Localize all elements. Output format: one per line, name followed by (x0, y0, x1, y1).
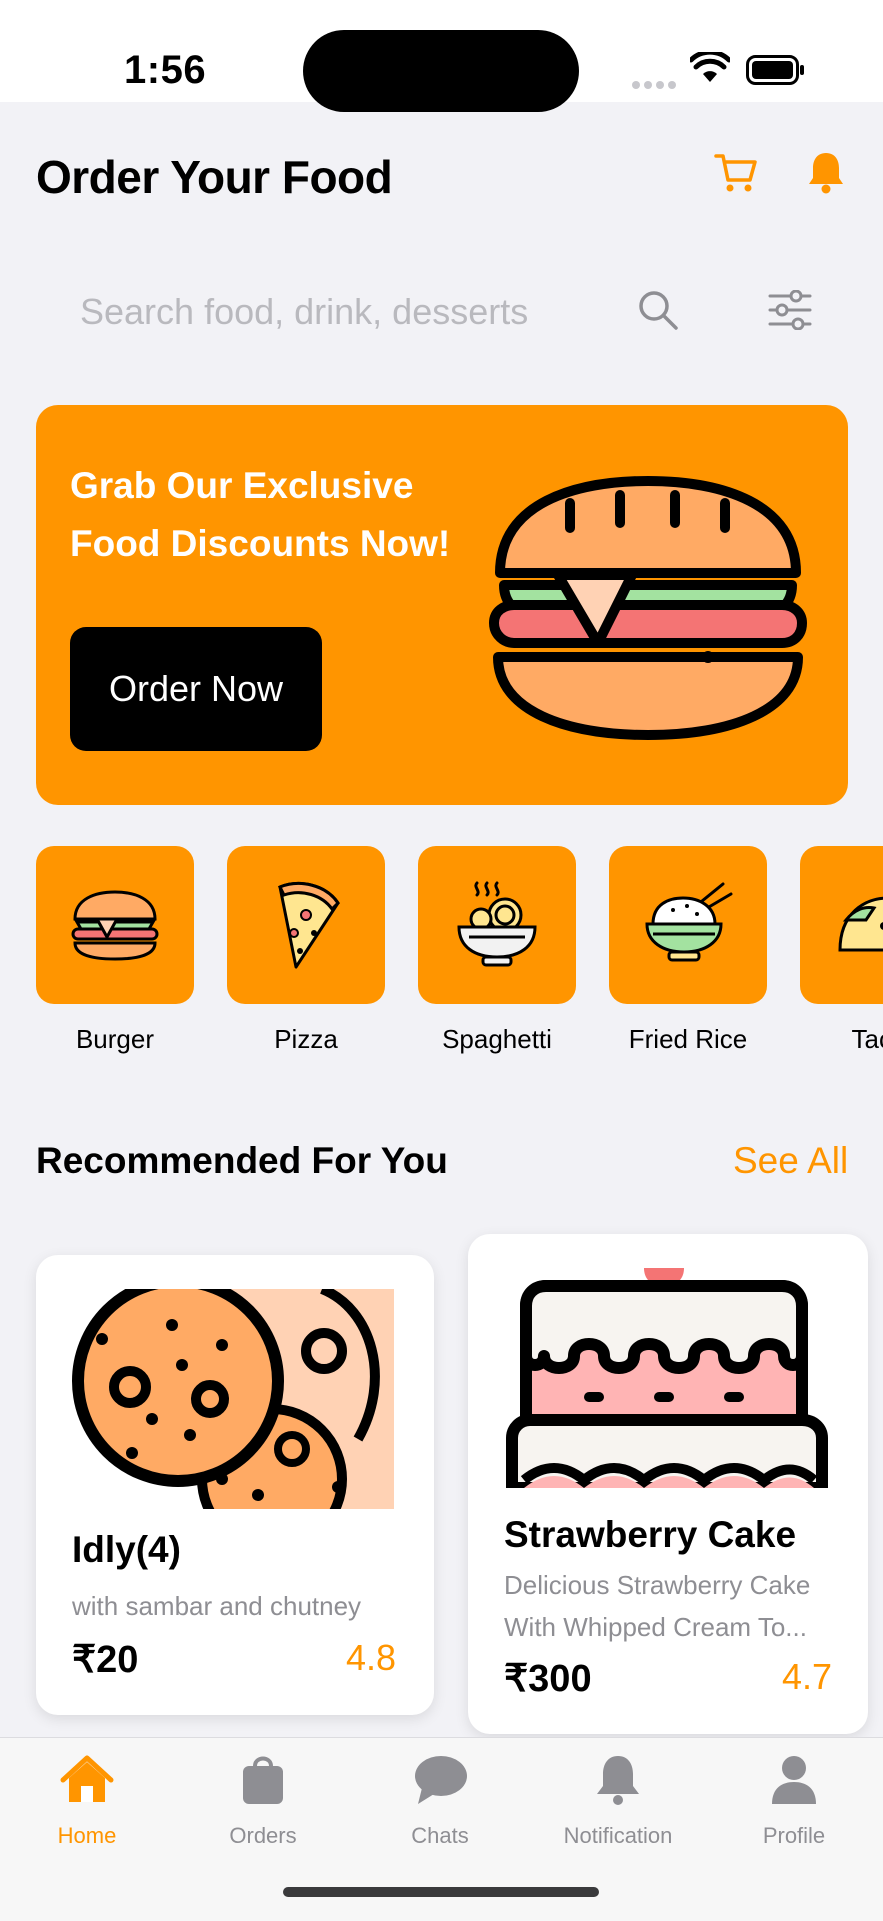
food-rating: 4.8 (346, 1637, 397, 1678)
category-tile[interactable] (418, 846, 576, 1004)
category-burger[interactable]: Burger (36, 846, 194, 1055)
taco-icon (838, 896, 883, 952)
food-name: Strawberry Cake (504, 1514, 797, 1555)
banner-title: Grab Our Exclusive Food Discounts Now! (70, 457, 470, 573)
order-now-button[interactable]: Order Now (70, 627, 322, 751)
cookies-illustration-icon (72, 1289, 394, 1509)
category-fried-rice[interactable]: Fried Rice (609, 846, 767, 1055)
food-name: Idly(4) (72, 1529, 181, 1570)
tab-notification[interactable]: Notification (543, 1752, 693, 1849)
food-description-line1: Delicious Strawberry Cake (504, 1570, 811, 1600)
food-description-line2: With Whipped Cream To... (504, 1612, 807, 1642)
tab-chats[interactable]: Chats (365, 1752, 515, 1849)
category-label: Burger (75, 1024, 155, 1054)
food-description: with sambar and chutney (72, 1591, 362, 1621)
category-label: Fried Rice (628, 1024, 748, 1054)
search-input[interactable] (80, 284, 600, 340)
category-label: Spaghetti (442, 1024, 552, 1054)
page-title: Order Your Food (36, 151, 393, 203)
category-pizza[interactable]: Pizza (227, 846, 385, 1055)
burger-illustration-icon (488, 476, 808, 740)
tab-label: Chats (411, 1823, 469, 1848)
tab-home[interactable]: Home (12, 1752, 162, 1849)
category-tile[interactable] (36, 846, 194, 1004)
bell-icon[interactable] (806, 150, 846, 194)
home-indicator[interactable] (283, 1887, 599, 1897)
search-bar (36, 270, 848, 354)
food-card-idly[interactable]: Idly(4) with sambar and chutney ₹20 4.8 (36, 1255, 434, 1715)
see-all-link[interactable]: See All (733, 1140, 848, 1182)
spaghetti-icon (457, 881, 537, 967)
filter-sliders-icon[interactable] (768, 290, 812, 330)
category-taco[interactable]: Taco (800, 846, 883, 1055)
tab-label: Orders (229, 1823, 297, 1848)
cart-icon[interactable] (714, 150, 758, 194)
category-label: Taco (851, 1024, 883, 1054)
fried-rice-icon (645, 882, 733, 962)
food-price: ₹20 (72, 1639, 139, 1681)
banner-title-line1: Grab Our Exclusive (70, 465, 414, 506)
cake-illustration-icon (506, 1268, 828, 1488)
category-tile[interactable] (609, 846, 767, 1004)
burger-icon (71, 890, 159, 961)
category-carousel: Burger Pizza Spaghetti Fried Rice Ta (36, 846, 883, 1056)
status-time: 1:56 (124, 48, 207, 92)
food-card-strawberry-cake[interactable]: Strawberry Cake Delicious Strawberry Cak… (468, 1234, 868, 1734)
pizza-icon (277, 882, 340, 969)
dynamic-island (303, 30, 579, 112)
tab-label: Home (57, 1823, 117, 1848)
chat-bubble-icon (415, 1756, 467, 1804)
search-icon[interactable] (636, 288, 680, 332)
tab-orders[interactable]: Orders (188, 1752, 338, 1849)
category-tile[interactable] (800, 846, 883, 1004)
promo-banner: Grab Our Exclusive Food Discounts Now! O… (36, 405, 848, 805)
status-bar: 1:56 (0, 0, 883, 112)
category-tile[interactable] (227, 846, 385, 1004)
food-price: ₹300 (504, 1658, 592, 1700)
person-icon (772, 1756, 816, 1804)
category-spaghetti[interactable]: Spaghetti (418, 846, 576, 1055)
battery-icon (746, 55, 804, 85)
wifi-icon (690, 52, 730, 82)
cellular-signal-icon (632, 76, 680, 94)
tab-profile[interactable]: Profile (719, 1752, 869, 1849)
home-icon (60, 1755, 114, 1802)
tab-label: Profile (762, 1823, 826, 1848)
tab-label: Notification (563, 1823, 673, 1848)
food-rating: 4.7 (782, 1656, 833, 1697)
bell-icon (597, 1756, 639, 1805)
bag-icon (243, 1756, 283, 1804)
banner-title-line2: Food Discounts Now! (70, 523, 451, 564)
recommended-section-title: Recommended For You (36, 1140, 448, 1181)
food-description: Delicious Strawberry Cake With Whipped C… (504, 1564, 810, 1648)
category-label: Pizza (274, 1024, 338, 1054)
